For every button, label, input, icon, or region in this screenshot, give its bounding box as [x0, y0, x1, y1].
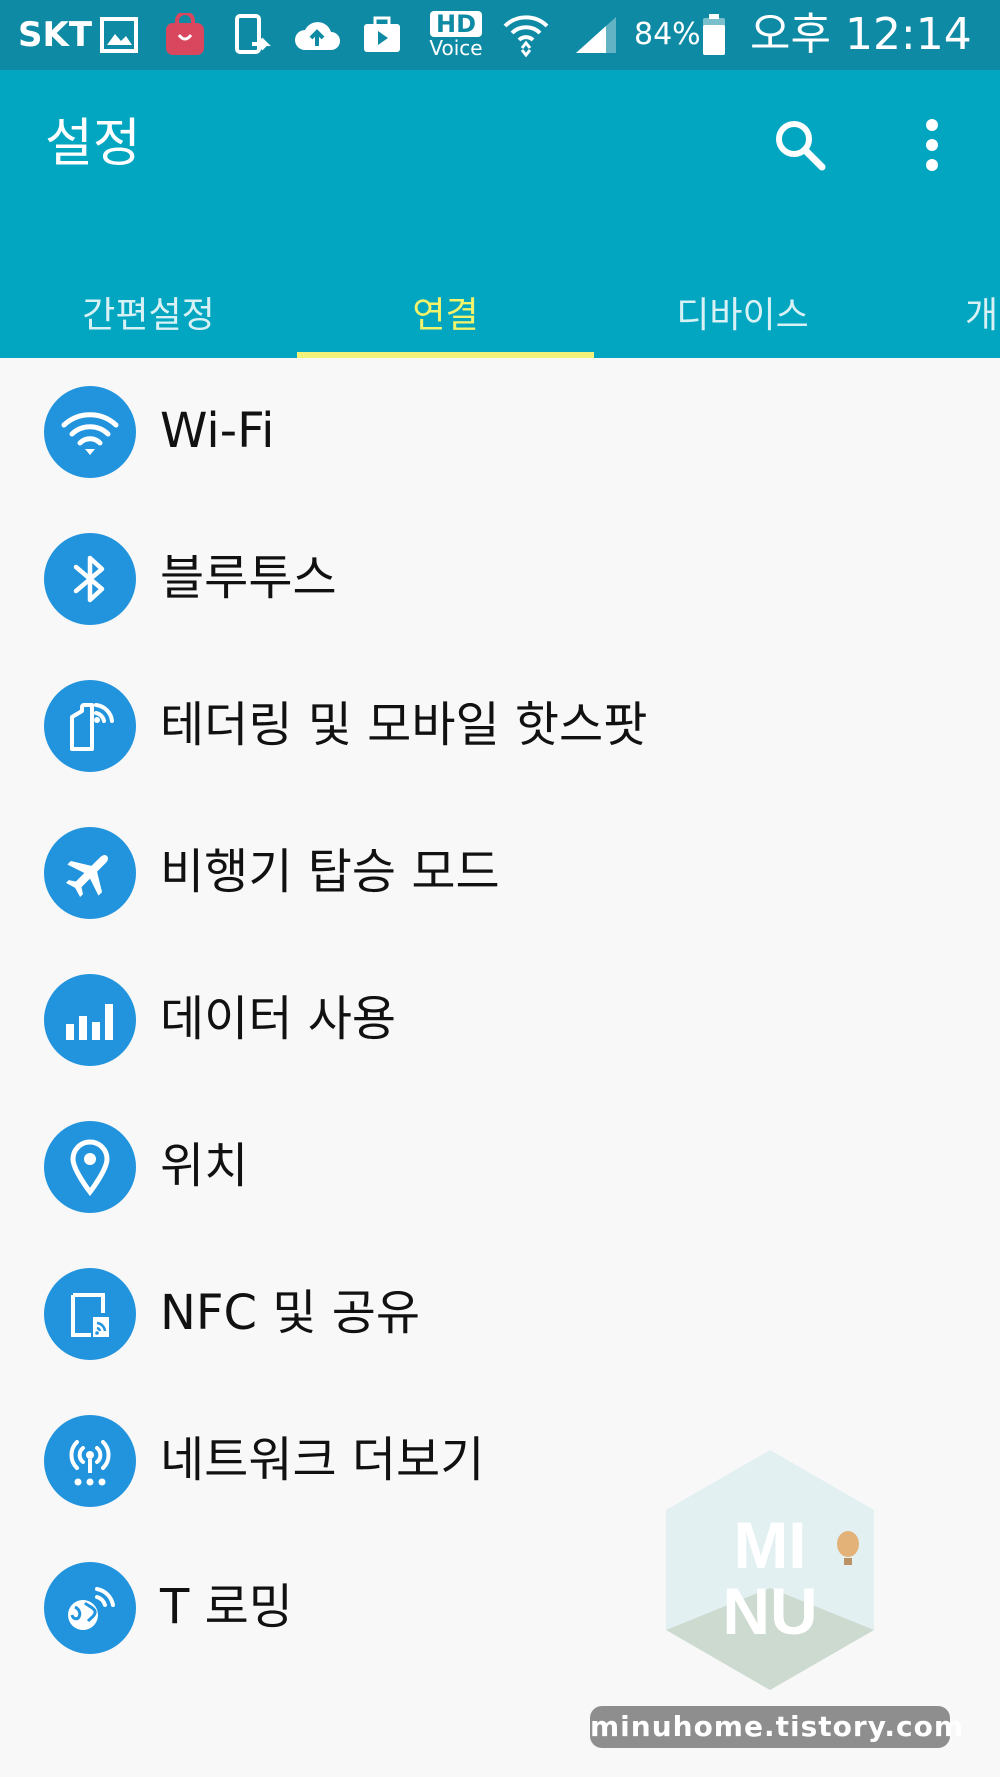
watermark-url: minuhome.tistory.com — [590, 1706, 963, 1748]
tab-personal[interactable]: 개 — [891, 285, 1000, 358]
setting-label: NFC 및 공유 — [160, 1285, 421, 1341]
setting-label: 위치 — [160, 1138, 249, 1194]
clock: 오후 12:14 — [750, 9, 972, 60]
tab-quick-settings[interactable]: 간편설정 — [0, 285, 297, 358]
battery-percent: 84% — [634, 17, 701, 52]
watermark-logo: MI NU — [660, 1448, 880, 1693]
page-title: 설정 — [45, 114, 141, 174]
wifi-icon — [500, 0, 552, 70]
setting-label: 네트워크 더보기 — [160, 1432, 485, 1488]
setting-row-data-usage[interactable]: 데이터 사용 — [0, 946, 1000, 1093]
voice-label: Voice — [429, 36, 483, 60]
bluetooth-icon — [44, 533, 136, 625]
watermark-logo-line1: MI — [733, 1508, 806, 1582]
tab-device[interactable]: 디바이스 — [594, 285, 891, 358]
setting-row-airplane-mode[interactable]: 비행기 탑승 모드 — [0, 799, 1000, 946]
roaming-globe-icon — [44, 1562, 136, 1654]
setting-row-tethering[interactable]: 테더링 및 모바일 핫스팟 — [0, 652, 1000, 799]
setting-row-location[interactable]: 위치 — [0, 1093, 1000, 1240]
setting-row-wifi[interactable]: Wi-Fi — [0, 358, 1000, 505]
data-usage-icon — [44, 974, 136, 1066]
setting-label: T 로밍 — [160, 1579, 293, 1635]
battery-icon — [700, 0, 728, 70]
more-vert-icon — [926, 119, 938, 171]
gallery-icon — [98, 0, 140, 70]
status-bar: SKT HD Voice 84% 오후 12:14 — [0, 0, 1000, 70]
search-icon — [776, 121, 826, 171]
app-bar: 설정 간편설정 연결 디바이스 개 — [0, 70, 1000, 358]
wifi-icon — [44, 386, 136, 478]
network-antenna-icon — [44, 1415, 136, 1507]
setting-label: 블루투스 — [160, 550, 337, 606]
setting-label: Wi-Fi — [160, 403, 275, 459]
setting-label: 비행기 탑승 모드 — [160, 844, 500, 900]
more-options-button[interactable] — [897, 110, 967, 180]
shopping-bag-icon — [162, 0, 208, 70]
setting-row-bluetooth[interactable]: 블루투스 — [0, 505, 1000, 652]
hd-voice-icon: HD Voice — [424, 0, 488, 70]
setting-label: 테더링 및 모바일 핫스팟 — [160, 697, 648, 753]
airplane-icon — [44, 827, 136, 919]
hd-label: HD — [429, 11, 482, 37]
tab-bar: 간편설정 연결 디바이스 개 — [0, 285, 1000, 358]
location-pin-icon — [44, 1121, 136, 1213]
carrier-label: SKT — [18, 15, 93, 55]
nfc-icon — [44, 1268, 136, 1360]
cloud-upload-icon — [292, 0, 342, 70]
briefcase-play-icon — [360, 0, 404, 70]
cell-signal-icon — [572, 0, 620, 70]
search-button[interactable] — [765, 110, 835, 180]
setting-label: 데이터 사용 — [160, 991, 397, 1047]
setting-row-nfc[interactable]: NFC 및 공유 — [0, 1240, 1000, 1387]
tab-connections[interactable]: 연결 — [297, 285, 594, 358]
watermark-logo-line2: NU — [722, 1574, 817, 1648]
phone-transfer-icon — [232, 0, 274, 70]
tethering-icon — [44, 680, 136, 772]
